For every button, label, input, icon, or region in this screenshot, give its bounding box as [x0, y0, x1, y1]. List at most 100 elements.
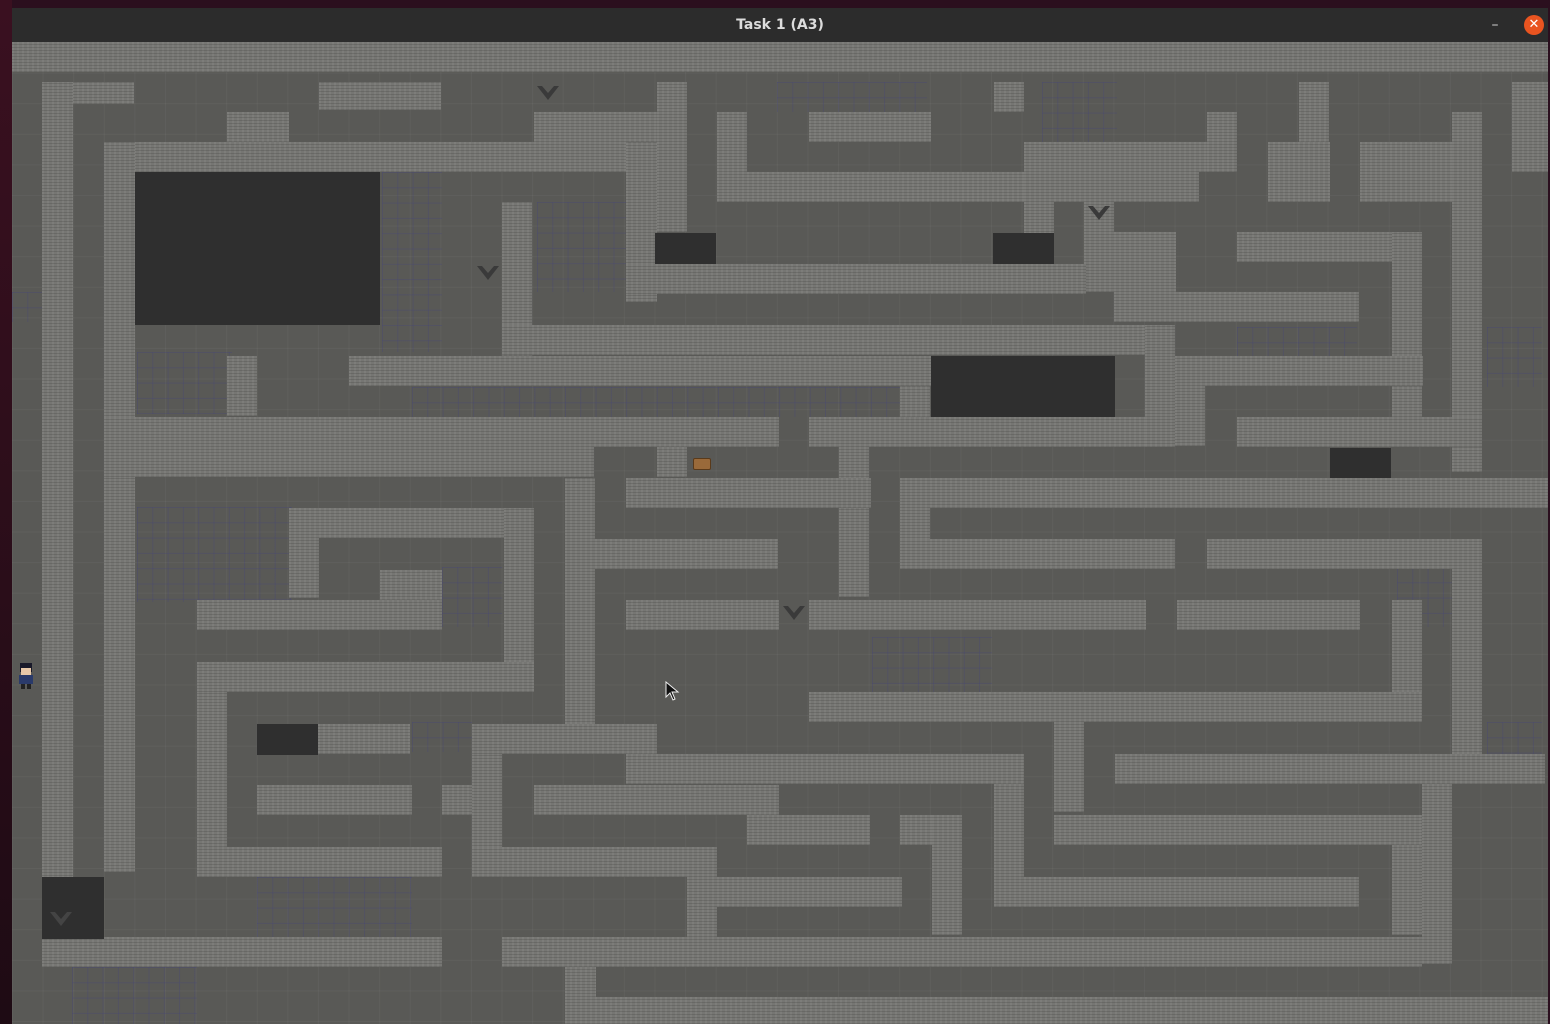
floor-grid-tiles: [1487, 327, 1542, 387]
maze-wall: [687, 877, 717, 967]
maze-wall: [318, 724, 410, 754]
maze-wall: [717, 937, 1422, 967]
spike-trap-icon: [50, 912, 72, 926]
maze-wall: [809, 600, 1146, 630]
close-button[interactable]: ✕: [1524, 15, 1544, 35]
maze-wall: [257, 785, 412, 815]
maze-wall: [472, 847, 717, 877]
maze-wall: [626, 754, 1024, 784]
player-character-sprite[interactable]: [16, 662, 36, 690]
mouse-pointer-icon: [665, 681, 680, 701]
title-bar[interactable]: Task 1 (A3) – ✕: [12, 8, 1548, 43]
treasure-chest-sprite[interactable]: [693, 458, 711, 470]
maze-wall: [1452, 539, 1482, 779]
floor-grid-tiles: [137, 352, 232, 414]
maze-wall: [104, 447, 594, 477]
maze-wall: [1392, 232, 1422, 417]
maze-wall: [1114, 292, 1359, 322]
maze-wall: [994, 877, 1359, 907]
maze-wall: [626, 600, 779, 630]
floor-grid-tiles: [257, 877, 412, 937]
floor-grid-tiles: [412, 722, 472, 752]
maze-wall: [442, 785, 472, 815]
maze-wall: [809, 692, 1422, 722]
maze-wall: [12, 42, 1548, 72]
maze-wall: [104, 142, 135, 872]
maze-wall: [839, 447, 869, 597]
floor-grid-tiles: [777, 82, 927, 112]
maze-wall: [380, 570, 442, 600]
maze-wall: [42, 937, 442, 967]
maze-wall: [900, 478, 1548, 508]
maze-wall: [657, 82, 687, 232]
maze-wall: [657, 447, 687, 477]
floor-grid-tiles: [137, 507, 292, 602]
maze-wall: [349, 356, 931, 386]
maze-wall: [197, 662, 534, 692]
desktop-background: [0, 0, 12, 1024]
maze-wall: [534, 785, 779, 815]
maze-wall: [1268, 142, 1330, 202]
maze-wall: [197, 600, 442, 630]
floor-grid-tiles: [12, 292, 42, 322]
maze-wall: [1177, 600, 1360, 630]
maze-wall: [565, 997, 1548, 1024]
spike-trap-icon: [1088, 206, 1110, 220]
maze-wall: [809, 112, 931, 142]
floor-grid-tiles: [1237, 327, 1357, 357]
maze-wall: [1207, 539, 1482, 569]
floor-grid-tiles: [72, 967, 197, 1024]
maze-wall: [1145, 325, 1175, 447]
maze-wall: [289, 538, 319, 598]
maze-wall: [1175, 356, 1423, 386]
maze-wall: [504, 508, 534, 663]
maze-wall: [104, 142, 657, 172]
maze-wall: [1175, 386, 1205, 446]
maze-wall: [747, 815, 870, 845]
dark-pit: [993, 233, 1054, 264]
spike-trap-icon: [477, 266, 499, 280]
dark-pit: [257, 724, 318, 755]
maze-wall: [42, 82, 73, 882]
maze-wall: [472, 724, 657, 754]
minimize-button[interactable]: –: [1486, 16, 1504, 34]
maze-wall: [1237, 417, 1482, 447]
window-title: Task 1 (A3): [736, 17, 824, 33]
dark-pit: [655, 233, 716, 264]
maze-wall: [900, 386, 930, 417]
maze-wall: [502, 937, 687, 967]
maze-wall: [1054, 722, 1084, 812]
maze-wall: [1115, 754, 1545, 784]
maze-wall: [1054, 815, 1422, 845]
maze-wall: [1207, 112, 1237, 172]
floor-grid-tiles: [537, 202, 627, 292]
maze-wall: [626, 478, 871, 508]
game-canvas[interactable]: [12, 42, 1548, 1024]
spike-trap-icon: [783, 606, 805, 620]
maze-wall: [687, 877, 902, 907]
maze-wall: [1054, 172, 1199, 202]
dark-pit: [931, 356, 1115, 417]
floor-grid-tiles: [382, 172, 442, 352]
maze-wall: [1512, 82, 1548, 172]
maze-wall: [197, 847, 442, 877]
floor-grid-tiles: [872, 637, 992, 697]
game-window: Task 1 (A3) – ✕: [12, 8, 1548, 1024]
maze-wall: [502, 325, 1145, 355]
maze-wall: [626, 264, 1086, 294]
maze-wall: [1392, 845, 1422, 935]
dark-pit: [1330, 448, 1391, 479]
maze-wall: [717, 172, 1054, 202]
floor-grid-tiles: [442, 567, 502, 627]
dark-pit: [135, 172, 380, 325]
maze-wall: [227, 356, 257, 416]
maze-wall: [289, 508, 534, 538]
maze-wall: [319, 82, 441, 110]
maze-wall: [1422, 784, 1452, 964]
maze-wall: [932, 815, 962, 935]
maze-wall: [565, 478, 595, 728]
floor-grid-tiles: [412, 387, 902, 417]
maze-wall: [900, 539, 1175, 569]
spike-trap-icon: [537, 86, 559, 100]
maze-wall: [809, 417, 1146, 447]
